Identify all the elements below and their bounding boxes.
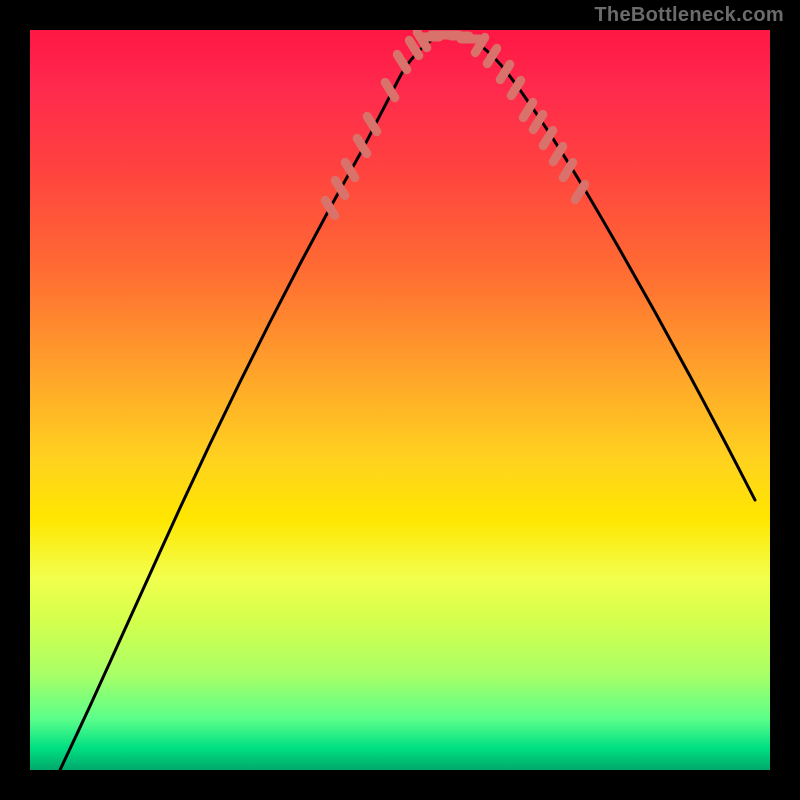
marker-point	[511, 80, 521, 95]
marker-point	[533, 114, 543, 129]
marker-point	[553, 146, 563, 161]
highlight-markers	[325, 32, 585, 215]
chart-frame: TheBottleneck.com	[0, 0, 800, 800]
watermark-text: TheBottleneck.com	[594, 4, 784, 27]
marker-point	[409, 40, 419, 55]
marker-point	[385, 82, 395, 97]
marker-point	[563, 162, 573, 177]
plot-area	[30, 30, 770, 770]
marker-point	[523, 102, 533, 117]
marker-point	[397, 54, 407, 69]
chart-svg	[30, 30, 770, 770]
bottleneck-curve	[60, 35, 755, 770]
marker-point	[367, 116, 377, 131]
marker-point	[543, 130, 553, 145]
marker-point	[357, 138, 367, 153]
marker-point	[575, 184, 585, 199]
